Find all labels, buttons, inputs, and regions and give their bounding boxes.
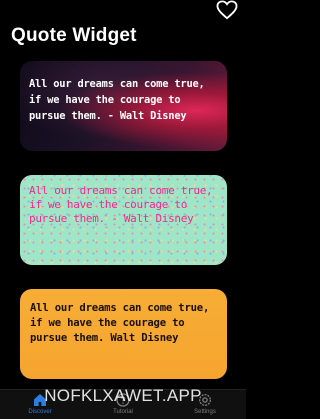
tab-label: Settings bbox=[194, 409, 216, 415]
tab-label: Tutorial bbox=[113, 409, 133, 415]
page-title: Quote Widget bbox=[11, 25, 137, 46]
quote-card-mint[interactable]: All our dreams can come true, if we have… bbox=[20, 175, 227, 265]
quote-text: All our dreams can come true, if we have… bbox=[30, 302, 210, 344]
tab-label: Discover bbox=[28, 409, 52, 415]
quote-card-dark[interactable]: All our dreams can come true, if we have… bbox=[20, 61, 227, 151]
watermark-text: NOFKLXAWET.APP bbox=[44, 386, 202, 405]
favorite-heart-icon[interactable] bbox=[216, 0, 238, 20]
quote-text: All our dreams can come true, if we have… bbox=[29, 184, 213, 225]
quote-text: All our dreams can come true, if we have… bbox=[29, 78, 205, 122]
quote-card-orange[interactable]: All our dreams can come true, if we have… bbox=[20, 289, 227, 379]
